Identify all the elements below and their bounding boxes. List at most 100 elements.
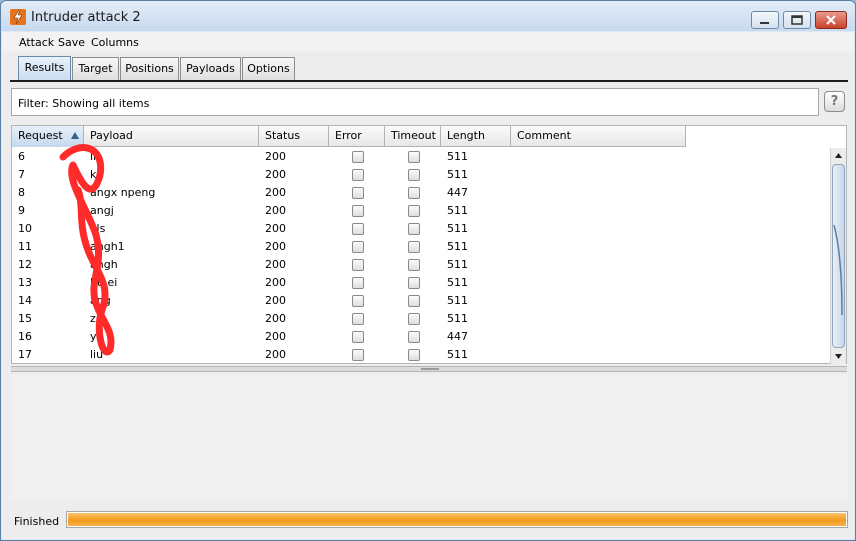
cell-status: 200 bbox=[265, 150, 286, 163]
timeout-checkbox bbox=[408, 331, 420, 343]
arrow-down-icon[interactable] bbox=[831, 349, 846, 364]
sort-ascending-icon bbox=[71, 132, 79, 139]
cell-payload: y bbox=[90, 330, 97, 343]
error-checkbox bbox=[352, 349, 364, 361]
cell-request: 9 bbox=[18, 204, 25, 217]
timeout-checkbox bbox=[408, 205, 420, 217]
detail-pane bbox=[11, 374, 847, 499]
timeout-checkbox bbox=[408, 313, 420, 325]
cell-comment bbox=[511, 346, 686, 364]
cell-payload: angh bbox=[90, 258, 118, 271]
column-timeout[interactable]: Timeout bbox=[385, 126, 441, 147]
column-payload[interactable]: Payload bbox=[84, 126, 259, 147]
tab-target[interactable]: Target bbox=[72, 57, 119, 81]
cell-request: 10 bbox=[18, 222, 32, 235]
cell-payload: ang bbox=[90, 294, 111, 307]
maximize-button[interactable] bbox=[783, 11, 811, 29]
cell-length: 511 bbox=[447, 150, 468, 163]
column-request[interactable]: Request bbox=[12, 126, 84, 147]
table-row[interactable]: 13 hu ei 200 511 bbox=[12, 274, 686, 292]
cell-length: 511 bbox=[447, 168, 468, 181]
cell-request: 13 bbox=[18, 276, 32, 289]
table-row[interactable]: 15 z 200 511 bbox=[12, 310, 686, 328]
filter-label: Filter: Showing all items bbox=[18, 97, 150, 110]
cell-comment bbox=[511, 166, 686, 184]
cell-status: 200 bbox=[265, 204, 286, 217]
timeout-checkbox bbox=[408, 259, 420, 271]
timeout-checkbox bbox=[408, 277, 420, 289]
cell-request: 12 bbox=[18, 258, 32, 271]
error-checkbox bbox=[352, 295, 364, 307]
cell-status: 200 bbox=[265, 168, 286, 181]
cell-status: 200 bbox=[265, 240, 286, 253]
close-button[interactable] bbox=[815, 11, 847, 29]
minimize-button[interactable] bbox=[751, 11, 779, 29]
cell-comment bbox=[511, 220, 686, 238]
cell-request: 6 bbox=[18, 150, 25, 163]
table-row[interactable]: 10 vls 200 511 bbox=[12, 220, 686, 238]
cell-length: 447 bbox=[447, 330, 468, 343]
help-icon[interactable]: ? bbox=[824, 91, 845, 112]
menu-attack[interactable]: Attack bbox=[19, 36, 54, 49]
error-checkbox bbox=[352, 313, 364, 325]
cell-length: 511 bbox=[447, 294, 468, 307]
cell-length: 447 bbox=[447, 186, 468, 199]
cell-comment bbox=[511, 202, 686, 220]
error-checkbox bbox=[352, 331, 364, 343]
table-row[interactable]: 16 y 200 447 bbox=[12, 328, 686, 346]
table-row[interactable]: 14 ang 200 511 bbox=[12, 292, 686, 310]
window-title: Intruder attack 2 bbox=[31, 10, 141, 25]
timeout-checkbox bbox=[408, 169, 420, 181]
column-status[interactable]: Status bbox=[259, 126, 329, 147]
main-content: Results Target Positions Payloads Option… bbox=[2, 52, 854, 539]
cell-payload: kl bbox=[90, 168, 100, 181]
filter-bar[interactable]: Filter: Showing all items bbox=[11, 88, 819, 116]
timeout-checkbox bbox=[408, 295, 420, 307]
timeout-checkbox bbox=[408, 187, 420, 199]
cell-request: 7 bbox=[18, 168, 25, 181]
splitter-grip[interactable] bbox=[421, 368, 439, 370]
vertical-scrollbar[interactable] bbox=[830, 148, 846, 364]
tab-positions[interactable]: Positions bbox=[120, 57, 179, 81]
column-error[interactable]: Error bbox=[329, 126, 385, 147]
cell-comment bbox=[511, 238, 686, 256]
cell-request: 8 bbox=[18, 186, 25, 199]
arrow-up-icon[interactable] bbox=[831, 148, 846, 163]
tab-divider bbox=[10, 80, 848, 82]
table-row[interactable]: 6 li 200 511 bbox=[12, 148, 686, 166]
cell-payload: hu ei bbox=[90, 276, 118, 289]
menu-columns[interactable]: Columns bbox=[91, 36, 139, 49]
tab-results[interactable]: Results bbox=[18, 56, 71, 82]
tab-options[interactable]: Options bbox=[242, 57, 295, 81]
table-row[interactable]: 17 liu 200 511 bbox=[12, 346, 686, 364]
cell-payload: angh1 bbox=[90, 240, 125, 253]
error-checkbox bbox=[352, 187, 364, 199]
cell-payload: angx npeng bbox=[90, 186, 156, 199]
table-row[interactable]: 8 angx npeng 200 447 bbox=[12, 184, 686, 202]
error-checkbox bbox=[352, 205, 364, 217]
cell-status: 200 bbox=[265, 186, 286, 199]
column-length[interactable]: Length bbox=[441, 126, 511, 147]
cell-request: 11 bbox=[18, 240, 32, 253]
cell-payload: vls bbox=[90, 222, 106, 235]
status-label: Finished bbox=[14, 515, 60, 528]
error-checkbox bbox=[352, 151, 364, 163]
table-row[interactable]: 9 angj 200 511 bbox=[12, 202, 686, 220]
menu-save[interactable]: Save bbox=[58, 36, 85, 49]
table-row[interactable]: 7 kl 200 511 bbox=[12, 166, 686, 184]
cell-comment bbox=[511, 256, 686, 274]
cell-comment bbox=[511, 292, 686, 310]
table-row[interactable]: 12 angh 200 511 bbox=[12, 256, 686, 274]
cell-status: 200 bbox=[265, 258, 286, 271]
table-row[interactable]: 11 angh1 200 511 bbox=[12, 238, 686, 256]
cell-request: 14 bbox=[18, 294, 32, 307]
tab-payloads[interactable]: Payloads bbox=[180, 57, 241, 81]
scrollbar-thumb[interactable] bbox=[832, 164, 845, 348]
cell-status: 200 bbox=[265, 330, 286, 343]
cell-comment bbox=[511, 274, 686, 292]
cell-payload: z bbox=[90, 312, 96, 325]
title-bar[interactable]: Intruder attack 2 bbox=[1, 1, 855, 31]
error-checkbox bbox=[352, 241, 364, 253]
pane-splitter[interactable] bbox=[11, 366, 847, 372]
column-comment[interactable]: Comment bbox=[511, 126, 686, 147]
